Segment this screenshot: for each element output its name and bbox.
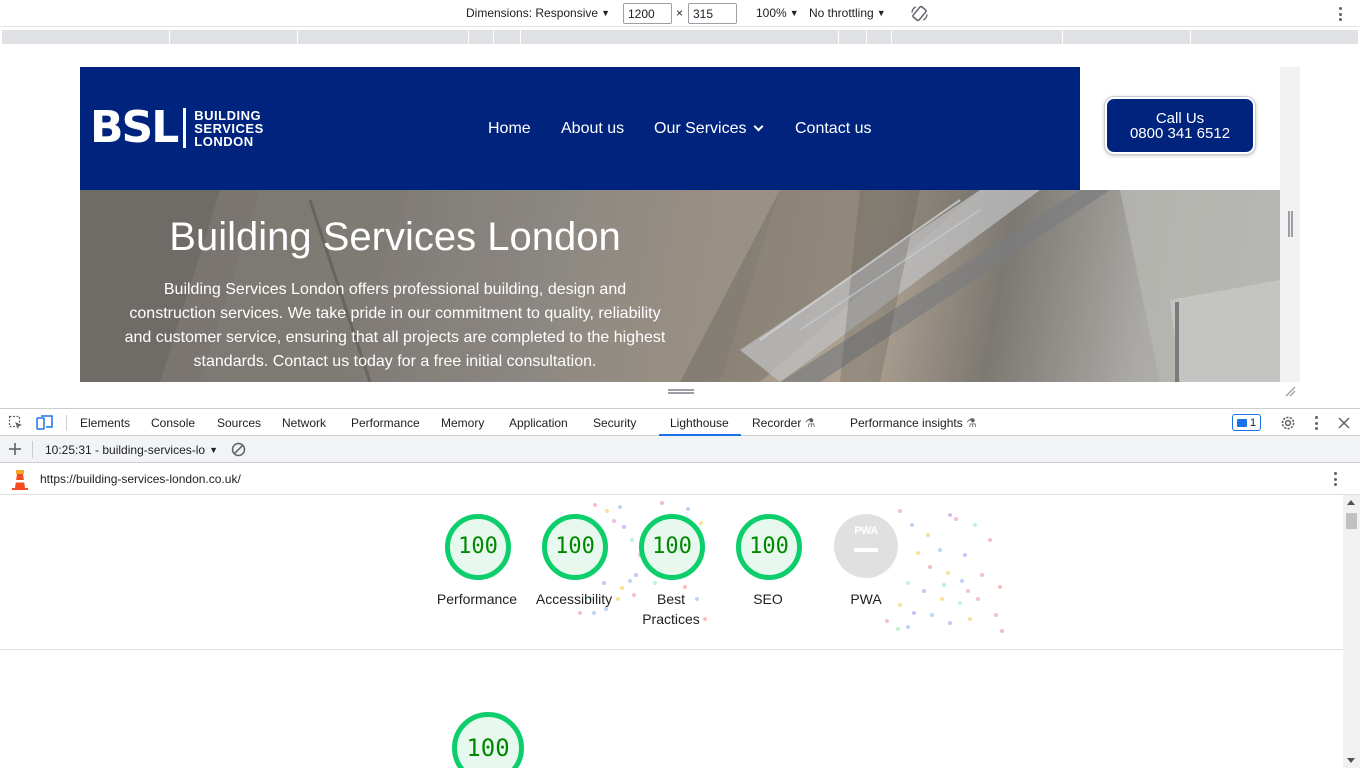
issues-count: 1	[1250, 416, 1257, 429]
report-url-bar: https://building-services-london.co.uk/	[0, 463, 1360, 495]
tab-console[interactable]: Console	[151, 416, 195, 430]
call-us-number: 0800 341 6512	[1129, 125, 1231, 142]
scroll-down-arrow-icon[interactable]	[1347, 758, 1355, 763]
zoom-dropdown[interactable]: 100% ▼	[756, 6, 799, 20]
scrollbar-thumb[interactable]	[1346, 513, 1357, 529]
inspect-element-icon[interactable]	[8, 415, 24, 431]
flask-icon: ⚗	[966, 416, 977, 430]
message-icon	[1237, 418, 1247, 427]
device-toolbar: Dimensions: Responsive ▼ × 100% ▼ No thr…	[0, 0, 1360, 27]
best-practices-label-line: Practices	[642, 611, 700, 627]
tab-elements[interactable]: Elements	[80, 416, 130, 430]
tab-memory[interactable]: Memory	[441, 416, 484, 430]
throttling-label: No throttling	[809, 6, 874, 20]
viewport-height-input[interactable]	[688, 3, 737, 24]
hero-title: Building Services London	[169, 215, 621, 259]
zoom-label: 100%	[756, 6, 787, 20]
tab-network[interactable]: Network	[282, 416, 326, 430]
tab-sources[interactable]: Sources	[217, 416, 261, 430]
media-query-bar[interactable]	[2, 30, 1358, 44]
devtools-more-icon[interactable]	[1314, 416, 1318, 430]
call-us-label: Call Us	[1155, 110, 1205, 127]
nav-home[interactable]: Home	[488, 120, 531, 138]
pwa-badge-text: PWA	[854, 525, 878, 537]
report-url[interactable]: https://building-services-london.co.uk/	[40, 472, 241, 486]
issues-badge[interactable]: 1	[1232, 414, 1262, 431]
devtools-tabbar: Elements Console Sources Network Perform…	[0, 408, 1360, 436]
nav-about[interactable]: About us	[561, 120, 624, 138]
best-practices-score-gauge[interactable]: 100	[639, 514, 705, 580]
accessibility-score-gauge[interactable]: 100	[542, 514, 608, 580]
tab-performance-insights[interactable]: Performance insights ⚗	[850, 416, 977, 430]
nav-services[interactable]: Our Services	[654, 120, 764, 138]
nav-services-label: Our Services	[654, 120, 747, 137]
caret-down-icon: ▼	[601, 8, 610, 18]
hero-description: Building Services London offers professi…	[124, 281, 666, 370]
accessibility-score-label: Accessibility	[535, 591, 613, 607]
hero-section: Building Services London Building Servic…	[80, 190, 1280, 382]
seo-score-label: SEO	[753, 591, 783, 607]
viewport-resize-corner-icon[interactable]	[1284, 385, 1296, 397]
report-scrollbar[interactable]	[1343, 495, 1360, 768]
tab-performance[interactable]: Performance	[351, 416, 420, 430]
times-separator: ×	[676, 6, 684, 20]
lighthouse-toolbar: 10:25:31 - building-services-lo ▼	[0, 436, 1360, 463]
chevron-down-icon	[754, 121, 764, 132]
dimensions-label: Dimensions: Responsive	[466, 6, 599, 20]
logo-line: SERVICES	[194, 120, 264, 136]
tab-security[interactable]: Security	[593, 416, 636, 430]
logo-mark: BSL	[90, 102, 179, 153]
call-us-button[interactable]: Call Us 0800 341 6512	[1105, 97, 1255, 154]
plus-icon[interactable]	[8, 442, 22, 456]
tab-application[interactable]: Application	[509, 416, 568, 430]
viewport-width-input[interactable]	[623, 3, 672, 24]
viewport-resize-handle-right[interactable]	[1288, 211, 1293, 237]
lighthouse-icon	[12, 470, 28, 490]
performance-score-gauge[interactable]: 100	[445, 514, 511, 580]
viewport-resize-handle-bottom[interactable]	[668, 389, 694, 394]
best-practices-label-line: Best	[656, 591, 685, 607]
throttling-dropdown[interactable]: No throttling ▼	[809, 6, 886, 20]
caret-down-icon: ▼	[876, 8, 886, 18]
caret-down-icon: ▼	[209, 445, 219, 455]
lighthouse-report: 100 Performance 100 Accessibility 100 Be…	[0, 495, 1343, 768]
pwa-dash-icon	[854, 548, 878, 552]
site-header: BSL BUILDING SERVICES LONDON Home About …	[80, 67, 1080, 190]
tab-recorder[interactable]: Recorder ⚗	[752, 416, 815, 430]
performance-score-label: Performance	[436, 591, 518, 607]
scroll-up-arrow-icon[interactable]	[1347, 500, 1355, 505]
tab-performance-insights-label: Performance insights	[850, 416, 963, 430]
report-selector-label: 10:25:31 - building-services-lo	[45, 443, 206, 457]
clear-icon[interactable]	[231, 442, 246, 457]
logo-line: BUILDING	[194, 107, 262, 123]
dimensions-dropdown[interactable]: Dimensions: Responsive ▼	[466, 6, 610, 20]
report-selector[interactable]: 10:25:31 - building-services-lo ▼	[45, 443, 218, 457]
tab-recorder-label: Recorder	[752, 416, 802, 430]
nav-contact[interactable]: Contact us	[795, 120, 871, 138]
best-practices-score-label: Best Practices	[616, 589, 726, 629]
caret-down-icon: ▼	[789, 8, 799, 18]
logo-wordmark: BUILDING SERVICES LONDON	[194, 109, 264, 148]
seo-score-gauge[interactable]: 100	[736, 514, 802, 580]
close-icon[interactable]	[1338, 417, 1350, 429]
rotate-icon[interactable]	[910, 4, 929, 23]
pwa-badge-gauge[interactable]: PWA	[834, 514, 898, 578]
tab-lighthouse[interactable]: Lighthouse	[670, 416, 729, 430]
logo-line: LONDON	[194, 133, 254, 149]
report-menu-icon[interactable]	[1333, 472, 1337, 486]
report-divider	[0, 649, 1343, 650]
site-logo[interactable]: BSL BUILDING SERVICES LONDON	[90, 106, 264, 150]
flask-icon: ⚗	[804, 416, 816, 430]
pwa-label: PWA	[850, 591, 882, 607]
more-options-icon[interactable]	[1338, 7, 1342, 21]
logo-divider	[183, 108, 187, 148]
device-toolbar-icon[interactable]	[36, 415, 54, 431]
settings-gear-icon[interactable]	[1280, 415, 1296, 431]
emulated-viewport: BSL BUILDING SERVICES LONDON Home About …	[0, 45, 1360, 407]
